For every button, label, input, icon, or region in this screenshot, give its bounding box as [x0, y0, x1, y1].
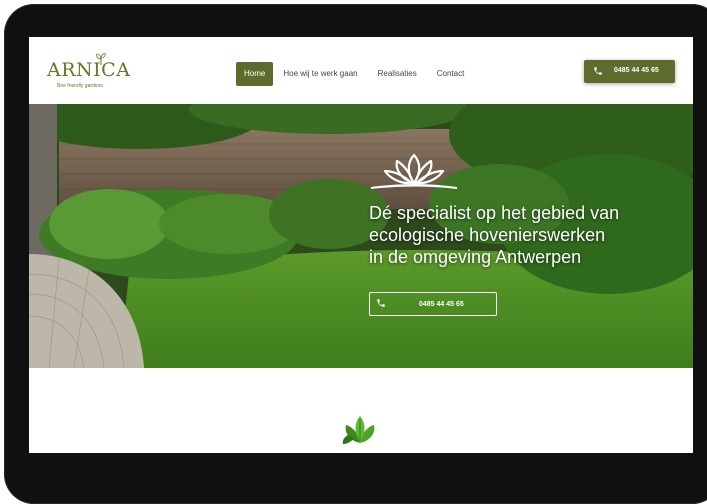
- hero-phone-number: 0485 44 45 65: [419, 301, 464, 308]
- main-nav: Home Hoe wij te werk gaan Realisaties Co…: [236, 62, 474, 86]
- logo-tagline: Bee friendly gardens: [57, 83, 103, 89]
- hero-section: Dé specialist op het gebied van ecologis…: [29, 104, 693, 368]
- site-header: ARNICA Bee friendly gardens Home Hoe wij…: [29, 37, 693, 104]
- phone-icon: [377, 299, 385, 307]
- nav-item-realisaties[interactable]: Realisaties: [368, 62, 427, 86]
- hero-phone-button[interactable]: 0485 44 45 65: [369, 292, 497, 316]
- hero-heading-line: ecologische hovenierswerken: [369, 225, 606, 245]
- header-phone-number: 0485 44 45 65: [614, 67, 659, 74]
- website-screen: ARNICA Bee friendly gardens Home Hoe wij…: [29, 37, 693, 453]
- device-mockup: ARNICA Bee friendly gardens Home Hoe wij…: [0, 0, 707, 504]
- hero-heading-line: in de omgeving Antwerpen: [369, 247, 582, 267]
- header-phone-button[interactable]: 0485 44 45 65: [584, 60, 675, 83]
- lotus-leaf-icon: [371, 153, 457, 189]
- nav-item-hoe-wij-te-werk-gaan[interactable]: Hoe wij te werk gaan: [273, 62, 367, 86]
- green-leaves-icon: [342, 416, 375, 444]
- nav-item-home[interactable]: Home: [236, 62, 274, 86]
- content-section: [29, 368, 693, 453]
- logo[interactable]: ARNICA Bee friendly gardens: [41, 53, 130, 93]
- phone-icon: [594, 67, 602, 75]
- logo-text: ARNICA: [47, 59, 131, 81]
- hero-heading-line: Dé specialist op het gebied van: [369, 203, 620, 223]
- hero-heading: Dé specialist op het gebied van ecologis…: [369, 202, 669, 268]
- sprout-icon: [96, 53, 106, 65]
- nav-item-contact[interactable]: Contact: [427, 62, 475, 86]
